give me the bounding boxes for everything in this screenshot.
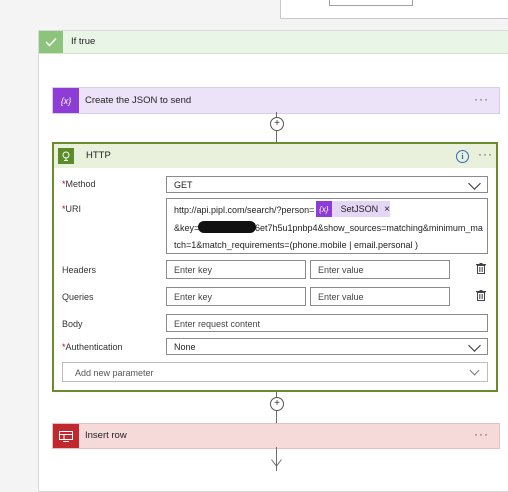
uri-line2: 6et7h5u1pnbp4&show_sources=matching&mini… (255, 223, 483, 233)
http-action-header[interactable]: HTTP i ··· (54, 144, 496, 168)
plus-icon: + (274, 398, 280, 409)
queries-value-input[interactable]: Enter value (310, 287, 450, 306)
body-input[interactable]: Enter request content (166, 314, 488, 332)
body-label: Body (62, 319, 83, 329)
variable-icon: {x} (53, 88, 79, 113)
method-value: GET (174, 180, 193, 190)
queries-key-input[interactable]: Enter key (166, 287, 306, 306)
arrow-down-icon (271, 459, 282, 467)
http-action-title: HTTP (86, 150, 111, 161)
uri-label: *URI (62, 204, 82, 214)
chevron-down-icon (468, 339, 481, 352)
setjson-token[interactable]: {x} SetJSON × (316, 201, 390, 217)
http-more-menu[interactable]: ··· (478, 147, 493, 161)
previous-action-card (280, 0, 508, 19)
close-icon[interactable]: × (384, 204, 390, 215)
info-icon[interactable]: i (456, 150, 469, 163)
redaction-mark (198, 221, 256, 233)
headers-label: Headers (62, 265, 97, 275)
delete-queries-icon[interactable] (476, 290, 486, 301)
uri-line1: http://api.pipl.com/search/?person= (174, 205, 315, 215)
delete-headers-icon[interactable] (476, 263, 486, 274)
headers-key-input[interactable]: Enter key (166, 260, 306, 279)
insert-row-more-menu[interactable]: ··· (474, 427, 489, 441)
insert-row-action-card[interactable]: Insert row ··· (52, 423, 500, 449)
authentication-label: *Authentication (62, 342, 123, 352)
plus-icon: + (274, 118, 280, 129)
if-true-header[interactable]: If true (39, 31, 508, 54)
compose-action-card[interactable]: {x} Create the JSON to send ··· (52, 87, 500, 114)
uri-input[interactable]: http://api.pipl.com/search/?person= {x} … (166, 198, 488, 254)
chevron-down-icon (468, 177, 481, 190)
previous-action-field (329, 0, 413, 6)
authentication-value: None (174, 342, 196, 352)
headers-value-input[interactable]: Enter value (310, 260, 450, 279)
uri-line3: tch=1&match_requirements=(phone.mobile |… (174, 240, 418, 250)
add-new-parameter-label: Add new parameter (75, 368, 154, 378)
add-new-parameter-dropdown[interactable]: Add new parameter (62, 362, 488, 382)
table-icon (53, 424, 79, 448)
method-dropdown[interactable]: GET (166, 176, 488, 193)
if-true-title: If true (71, 36, 96, 47)
uri-line2-prefix: &key= (174, 223, 200, 233)
compose-more-menu[interactable]: ··· (474, 92, 489, 106)
variable-icon: {x} (316, 201, 332, 217)
queries-label: Queries (62, 292, 94, 302)
check-icon (39, 31, 63, 53)
authentication-dropdown[interactable]: None (166, 338, 488, 355)
http-action-card: HTTP i ··· *Method GET *URI http://api.p… (52, 142, 498, 392)
insert-row-title: Insert row (85, 430, 127, 441)
chevron-down-icon (469, 365, 480, 376)
method-label: *Method (62, 179, 96, 189)
add-step-button[interactable]: + (270, 397, 284, 411)
add-step-button[interactable]: + (270, 117, 284, 131)
setjson-token-label: SetJSON (340, 204, 379, 214)
globe-icon (58, 148, 74, 164)
compose-action-title: Create the JSON to send (85, 95, 192, 106)
